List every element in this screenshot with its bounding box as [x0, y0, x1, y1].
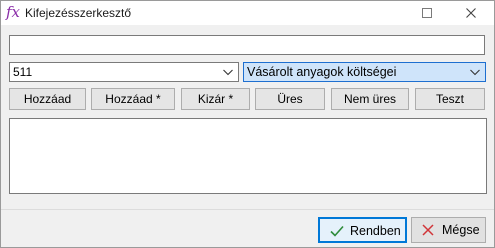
dialog-window: fx Kifejezésszerkesztő 511 Vásárolt anya… — [0, 0, 495, 248]
add-button-label: ozzáad — [32, 92, 72, 106]
checkmark-icon — [330, 225, 344, 237]
maximize-button[interactable] — [409, 1, 445, 25]
account-code-combo[interactable]: 511 — [9, 62, 239, 82]
result-textarea[interactable] — [9, 118, 487, 194]
cancel-button[interactable]: Mégse — [411, 217, 486, 243]
exclude-button-label: izár * — [205, 92, 234, 106]
cancel-button-label: Mégse — [442, 223, 480, 237]
test-button-label: eszt — [441, 92, 464, 106]
add-all-button-label: zzáad * — [120, 92, 161, 106]
title-bar: fx Kifejezésszerkesztő — [1, 1, 494, 25]
exclude-button-accel: K — [197, 92, 206, 106]
account-name-value: Vásárolt anyagok költségei — [247, 65, 397, 79]
function-icon: fx — [6, 3, 21, 21]
add-all-button[interactable]: Hozzáad * — [91, 88, 175, 110]
test-button[interactable]: Teszt — [415, 88, 485, 110]
not-empty-button[interactable]: Nem üres — [331, 88, 409, 110]
expression-input[interactable] — [9, 35, 485, 55]
add-all-button-pre: H — [105, 92, 114, 106]
empty-button-label: res — [286, 92, 303, 106]
empty-button[interactable]: Üres — [255, 88, 325, 110]
empty-button-accel: Ü — [277, 92, 286, 106]
account-code-value: 511 — [13, 65, 33, 79]
cross-icon — [422, 224, 434, 236]
ok-button-label: Rendben — [350, 224, 401, 238]
add-button[interactable]: Hozzáad — [9, 88, 86, 110]
account-name-combo[interactable]: Vásárolt anyagok költségei — [243, 62, 486, 82]
not-empty-button-accel: N — [343, 92, 353, 106]
chevron-down-icon[interactable] — [469, 67, 481, 77]
close-icon — [466, 8, 476, 18]
exclude-button[interactable]: Kizár * — [181, 88, 250, 110]
add-all-button-accel: o — [113, 92, 121, 106]
maximize-icon — [422, 8, 432, 18]
chevron-down-icon[interactable] — [222, 67, 234, 77]
not-empty-button-label: em üres — [352, 92, 397, 106]
window-title: Kifejezésszerkesztő — [25, 6, 132, 20]
close-button[interactable] — [453, 1, 489, 25]
ok-button[interactable]: Rendben — [318, 217, 407, 243]
